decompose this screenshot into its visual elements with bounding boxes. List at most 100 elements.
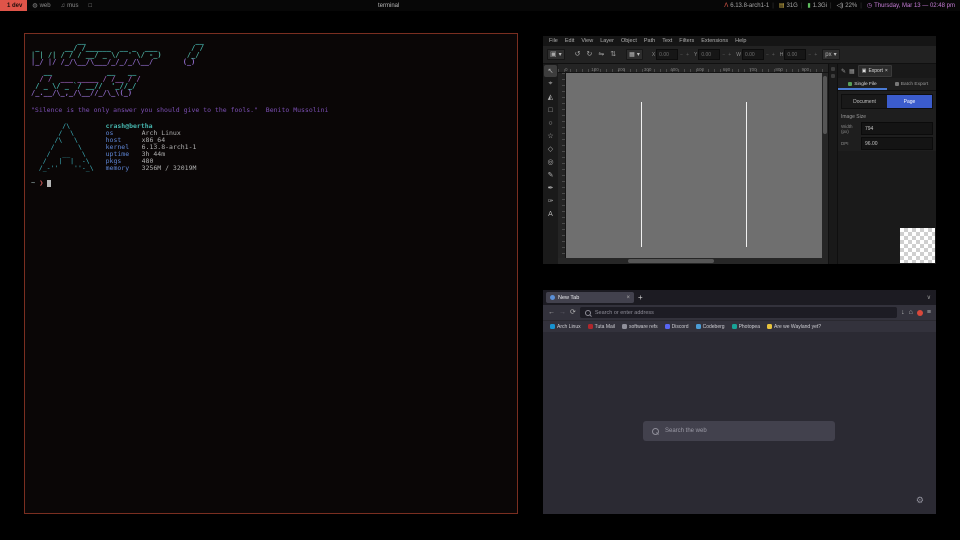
spin-minus-button[interactable]: − [679,52,684,58]
menu-button[interactable]: ≡ [927,309,931,316]
field-input[interactable]: 0.00 [698,49,720,60]
close-icon[interactable]: × [885,68,888,74]
ellipse-tool[interactable]: ○ [544,117,557,129]
reload-button[interactable]: ⟳ [570,309,576,316]
menu-item[interactable]: Filters [679,38,694,44]
menu-item[interactable]: View [581,38,593,44]
spin-plus-button[interactable]: + [685,52,690,58]
node-tool[interactable]: ⌖ [544,78,557,90]
edit-icon[interactable]: ✎ [841,68,846,75]
browser-window[interactable]: New Tab × + ∨ ← → ⟳ Search or enter addr… [543,290,936,514]
newtab-search-box[interactable]: Search the web [643,421,835,441]
horizontal-ruler[interactable]: 0 100 200 300 400 500 600 [558,64,828,73]
scope-button[interactable]: Page [887,95,932,108]
bookmark-item[interactable]: Are we Wayland yet? [767,324,821,330]
field-input[interactable]: 0.00 [656,49,678,60]
vertical-ruler[interactable] [558,73,566,258]
inkscape-window[interactable]: File Edit View Layer Object Path Text Fi… [543,36,936,264]
flip-vertical-icon[interactable]: ⇅ [610,51,616,58]
back-button[interactable]: ← [548,309,555,316]
ruler-tick-label: 700 [749,67,775,72]
vertical-scrollbar[interactable] [822,73,828,258]
rotate-cw-icon[interactable]: ↻ [587,51,593,58]
new-tab-button[interactable]: + [638,294,643,302]
downloads-button[interactable]: ↓ [901,309,905,316]
rectangle-tool[interactable]: □ [544,104,557,116]
spin-plus-button[interactable]: + [771,52,776,58]
export-mode-tab[interactable]: Batch Export [887,78,936,90]
menu-item[interactable]: Edit [565,38,574,44]
bookmark-item[interactable]: Tuta Mail [588,324,615,330]
units-dropdown[interactable]: px ▾ [822,49,839,60]
spin-minus-button[interactable]: − [721,52,726,58]
status-module: ▤ 31G [769,2,798,9]
personalize-gear-icon[interactable]: ⚙ [916,496,924,505]
tab-label: Batch Export [901,82,928,87]
scope-button[interactable]: Document [842,95,887,108]
bookmark-label: Tuta Mail [595,324,615,330]
snap-icon [831,74,835,78]
text-tool[interactable]: A [544,208,557,220]
snap-toolbar[interactable] [828,64,837,264]
tab-list-chevron-icon[interactable]: ∨ [927,294,933,301]
export-dock-tab[interactable]: ▣ Export × [858,65,892,77]
spin-plus-button[interactable]: + [813,52,818,58]
spin-plus-button[interactable]: + [727,52,732,58]
bookmark-item[interactable]: software refs [622,324,658,330]
chevron-down-icon: ▾ [559,51,562,58]
menu-item[interactable]: Object [621,38,637,44]
menu-item[interactable]: Extensions [701,38,728,44]
pencil-tool[interactable]: ✎ [544,169,557,181]
extension-icon[interactable] [917,310,923,316]
workspace-item[interactable]: ◍ web [27,0,55,11]
flip-horizontal-icon[interactable]: ⇋ [598,51,604,58]
forward-button[interactable]: → [559,309,566,316]
selection-options-dropdown[interactable]: ▣ ▾ [547,49,565,60]
bookmark-item[interactable]: Codeberg [696,324,725,330]
menu-item[interactable]: File [549,38,558,44]
browser-tab[interactable]: New Tab × [546,292,634,303]
address-bar[interactable]: Search or enter address [580,307,897,318]
export-preview-thumbnail [900,228,935,263]
dpi-input[interactable]: 96.00 [861,137,933,150]
bookmark-item[interactable]: Photopea [732,324,760,330]
width-input[interactable]: 794 [861,122,933,135]
align-dropdown[interactable]: ▦ ▾ [626,49,643,60]
bookmark-item[interactable]: Discord [665,324,689,330]
tab-close-icon[interactable]: × [626,295,630,301]
export-mode-tab[interactable]: Single File [838,78,887,90]
export-icon: ▣ [862,68,867,74]
status-module-text: 6.13.8-arch1-1 [730,3,769,9]
swatches-icon[interactable]: ▦ [849,68,855,75]
scrollbar-thumb[interactable] [628,259,714,263]
field-input[interactable]: 0.00 [742,49,764,60]
shape-builder-tool[interactable]: ◭ [544,91,557,103]
terminal-window[interactable]: __ __ _ __/ /______ __ _ ___ / / | | /| … [24,33,518,514]
workspace-item[interactable]: □ [83,0,99,11]
width-label: Width (px) [841,124,859,134]
star-tool[interactable]: ☆ [544,130,557,142]
field-input[interactable]: 0.00 [784,49,806,60]
bookmark-label: Are we Wayland yet? [774,324,821,330]
rotate-ccw-icon[interactable]: ↺ [575,51,581,58]
spin-minus-button[interactable]: − [765,52,770,58]
menu-item[interactable]: Layer [600,38,614,44]
selector-tool[interactable]: ↖ [544,65,557,77]
shell-prompt[interactable]: ~ ❯ [31,179,511,187]
terminal-cursor [47,180,51,187]
spiral-tool[interactable]: ◎ [544,156,557,168]
scrollbar-thumb[interactable] [823,76,827,134]
home-button[interactable]: ⌂ [909,309,913,316]
calligraphy-tool[interactable]: ✑ [544,195,557,207]
spin-minus-button[interactable]: − [807,52,812,58]
workspace-item[interactable]: 1 dev [0,0,27,11]
bookmark-item[interactable]: Arch Linux [550,324,581,330]
box3d-tool[interactable]: ◇ [544,143,557,155]
horizontal-scrollbar[interactable] [558,258,828,264]
canvas[interactable] [566,73,822,258]
menu-item[interactable]: Path [644,38,655,44]
menu-item[interactable]: Help [735,38,746,44]
pen-tool[interactable]: ✒ [544,182,557,194]
workspace-item[interactable]: ♫ mus [56,0,84,11]
menu-item[interactable]: Text [662,38,672,44]
